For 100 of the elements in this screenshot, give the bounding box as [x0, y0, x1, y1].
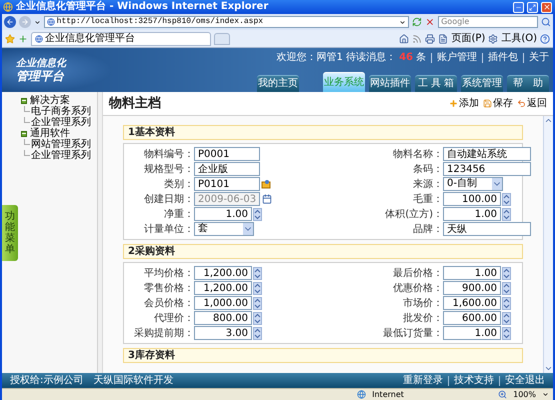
number-field[interactable]: 1,600.00 [443, 296, 501, 310]
field-label: 毛重： [412, 192, 443, 206]
number-field[interactable]: 600.00 [443, 311, 501, 325]
tree-item[interactable]: 电子商务系列 [30, 106, 91, 117]
spinner-icon[interactable] [502, 266, 511, 280]
spinner-icon[interactable] [502, 312, 511, 324]
section-header: 3库存资料 [123, 348, 523, 363]
number-field[interactable]: 800.00 [194, 311, 252, 325]
text-field[interactable]: P0101 [194, 177, 260, 191]
nav-tab[interactable]: 系统管理 [461, 75, 503, 92]
section-header: 2采购资料 [123, 244, 523, 259]
scroll-down-icon[interactable] [544, 364, 553, 373]
calendar-icon[interactable] [262, 194, 272, 204]
spinner-icon[interactable] [502, 326, 511, 340]
number-field[interactable]: 900.00 [443, 281, 501, 295]
number-field[interactable]: 1.00 [443, 207, 501, 221]
browser-tab[interactable]: 企业信息化管理平台 [31, 32, 211, 46]
tools-menu[interactable]: 工具(O) [501, 32, 537, 44]
spinner-icon[interactable] [502, 296, 511, 310]
caret-icon[interactable] [399, 18, 406, 26]
print-icon[interactable] [425, 34, 436, 44]
help-icon[interactable] [540, 34, 550, 44]
nav-tab[interactable]: 我的主页 [257, 75, 299, 92]
spinner-icon[interactable] [253, 208, 262, 220]
restore-button[interactable] [527, 2, 538, 12]
scrollbar[interactable] [543, 116, 553, 373]
text-field[interactable]: 123456 [443, 162, 531, 176]
number-field[interactable]: 1.00 [443, 266, 501, 280]
spinner-icon[interactable] [253, 266, 262, 280]
stop-icon[interactable] [425, 17, 436, 27]
number-field[interactable]: 3.00 [194, 326, 252, 340]
scroll-up-icon[interactable] [544, 116, 553, 125]
dropdown[interactable]: 0-自制 [443, 177, 503, 191]
footer-link[interactable]: 技术支持 [454, 374, 494, 386]
zoom-level[interactable]: 100% [513, 390, 536, 400]
address-field[interactable]: http://localhost:3257/hsp810/oms/index.aspx [44, 16, 410, 28]
text-field[interactable]: P0001 [194, 147, 260, 161]
action-button[interactable]: 返回 [517, 98, 547, 110]
number-field[interactable]: 1,200.00 [194, 281, 252, 295]
add-favorite-icon[interactable] [18, 34, 28, 44]
home-icon[interactable] [399, 34, 410, 44]
internet-zone-icon [357, 390, 366, 399]
field-label: 采购提前期： [133, 326, 194, 340]
field-label: 规格型号： [143, 162, 194, 176]
spinner-icon[interactable] [502, 192, 511, 206]
number-field[interactable]: 1,200.00 [194, 266, 252, 280]
tree-item[interactable]: 通用软件 [30, 128, 70, 139]
spinner-icon[interactable] [253, 312, 262, 324]
minimize-button[interactable] [513, 2, 524, 12]
dropdown[interactable]: 套 [194, 222, 254, 236]
forward-arrow-icon [20, 18, 29, 26]
field-label: 平均价格： [143, 266, 194, 280]
footer-link[interactable]: 安全退出 [505, 374, 545, 386]
spinner-icon[interactable] [502, 208, 511, 220]
nav-tab[interactable]: 工 具 箱 [415, 75, 457, 92]
field-label: 物料名称： [392, 148, 443, 162]
number-field[interactable]: 100.00 [443, 192, 501, 206]
refresh-icon[interactable] [412, 17, 422, 27]
favorites-star-icon[interactable] [5, 34, 15, 44]
zoom-icon [498, 390, 508, 399]
header-link[interactable]: 插件包 [488, 52, 518, 64]
text-field[interactable]: 天纵 [443, 222, 531, 236]
action-button[interactable]: 添加 [449, 98, 479, 110]
return-icon [517, 99, 526, 108]
number-field[interactable]: 1,000.00 [194, 296, 252, 310]
search-icon[interactable] [541, 17, 551, 27]
spinner-icon[interactable] [253, 296, 262, 310]
field-label: 净重： [163, 208, 194, 222]
text-field[interactable]: 自动建站系统 [443, 147, 531, 161]
tree-item[interactable]: 解决方案 [30, 95, 70, 106]
number-field[interactable]: 1.00 [443, 326, 501, 340]
feed-icon[interactable] [412, 34, 422, 44]
menu-side-tab[interactable]: 功能菜单 [2, 204, 18, 260]
number-field[interactable]: 1.00 [194, 207, 252, 221]
history-caret-icon[interactable] [34, 18, 41, 26]
lookup-icon[interactable] [261, 179, 271, 189]
search-field[interactable]: Google [438, 16, 538, 28]
back-button[interactable] [4, 16, 16, 28]
tree-item[interactable]: 企业管理系列 [30, 150, 91, 161]
footer-link[interactable]: 重新登录 [403, 374, 443, 386]
field-label: 类别： [163, 178, 194, 192]
header-link[interactable]: 关于 [529, 52, 549, 64]
nav-tab[interactable]: 网站插件 [369, 75, 411, 92]
caret-icon[interactable] [542, 391, 549, 398]
text-field[interactable]: 企业版 [194, 162, 260, 176]
page-menu[interactable]: 页面(P) [451, 32, 486, 44]
unread-count: 46 [399, 52, 413, 64]
tree-item[interactable]: 网站管理系列 [30, 139, 91, 150]
collapse-icon[interactable] [21, 130, 27, 136]
tree-item[interactable]: 企业管理系列 [30, 117, 91, 128]
spinner-icon[interactable] [253, 282, 262, 294]
collapse-icon[interactable] [21, 98, 27, 104]
spinner-icon[interactable] [502, 282, 511, 294]
field-label: 最后价格： [392, 266, 443, 280]
header-link[interactable]: 账户管理 [437, 52, 477, 64]
field-label: 批发价： [402, 312, 443, 326]
action-button[interactable]: 保存 [483, 98, 513, 110]
close-button[interactable] [541, 2, 552, 12]
spinner-icon[interactable] [253, 326, 262, 340]
nav-tab[interactable]: 帮 助 [507, 75, 549, 92]
